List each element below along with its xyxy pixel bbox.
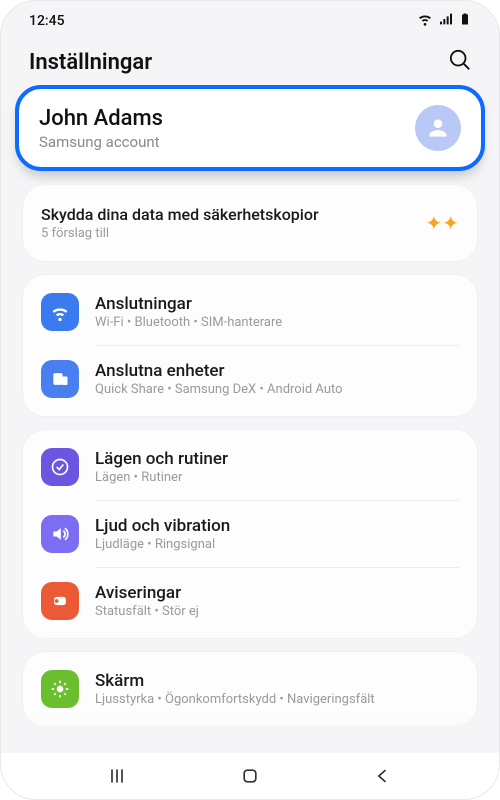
settings-row[interactable]: Anslutna enheter Quick Share • Samsung D… bbox=[23, 346, 477, 412]
row-subtitle: Statusfält • Stör ej bbox=[95, 604, 199, 619]
wifi-icon bbox=[41, 293, 79, 331]
sun-icon bbox=[41, 670, 79, 708]
check-circle-icon bbox=[41, 448, 79, 486]
page-title: Inställningar bbox=[29, 50, 152, 75]
settings-row[interactable]: Aviseringar Statusfält • Stör ej bbox=[23, 568, 477, 634]
nav-back[interactable] bbox=[363, 766, 403, 786]
bell-icon bbox=[41, 582, 79, 620]
settings-row[interactable]: Anslutningar Wi-Fi • Bluetooth • SIM-han… bbox=[23, 279, 477, 345]
settings-row[interactable]: Lägen och rutiner Lägen • Rutiner bbox=[23, 434, 477, 500]
row-subtitle: Ljusstyrka • Ögonkomfortskydd • Navigeri… bbox=[95, 692, 375, 707]
row-title: Anslutningar bbox=[95, 294, 282, 314]
row-title: Skärm bbox=[95, 671, 375, 691]
suggestion-row[interactable]: Skydda dina data med säkerhetskopior 5 f… bbox=[23, 189, 477, 257]
battery-status-icon bbox=[459, 11, 471, 31]
wifi-status-icon bbox=[417, 11, 433, 31]
settings-row[interactable]: Ljud och vibration Ljudläge • Ringsignal bbox=[23, 501, 477, 567]
row-title: Ljud och vibration bbox=[95, 516, 230, 536]
avatar bbox=[415, 105, 461, 151]
status-icons bbox=[417, 11, 471, 31]
account-subtitle: Samsung account bbox=[39, 133, 163, 151]
signal-status-icon bbox=[438, 11, 454, 31]
devices-icon bbox=[41, 360, 79, 398]
suggestion-title: Skydda dina data med säkerhetskopior bbox=[41, 205, 319, 224]
nav-recents[interactable] bbox=[97, 766, 137, 786]
sparkle-icon: ✦✦ bbox=[425, 211, 459, 235]
row-title: Aviseringar bbox=[95, 583, 199, 603]
row-title: Anslutna enheter bbox=[95, 361, 343, 381]
row-subtitle: Wi-Fi • Bluetooth • SIM-hanterare bbox=[95, 315, 282, 330]
account-name: John Adams bbox=[39, 106, 163, 131]
suggestion-subtitle: 5 förslag till bbox=[41, 226, 319, 241]
volume-icon bbox=[41, 515, 79, 553]
clock: 12:45 bbox=[29, 13, 65, 29]
search-icon[interactable] bbox=[449, 49, 471, 75]
row-subtitle: Quick Share • Samsung DeX • Android Auto bbox=[95, 382, 343, 397]
row-subtitle: Lägen • Rutiner bbox=[95, 470, 228, 485]
row-subtitle: Ljudläge • Ringsignal bbox=[95, 537, 230, 552]
settings-row[interactable]: Skärm Ljusstyrka • Ögonkomfortskydd • Na… bbox=[23, 656, 477, 722]
account-card[interactable]: John Adams Samsung account bbox=[15, 85, 485, 171]
row-title: Lägen och rutiner bbox=[95, 449, 228, 469]
nav-home[interactable] bbox=[230, 766, 270, 786]
